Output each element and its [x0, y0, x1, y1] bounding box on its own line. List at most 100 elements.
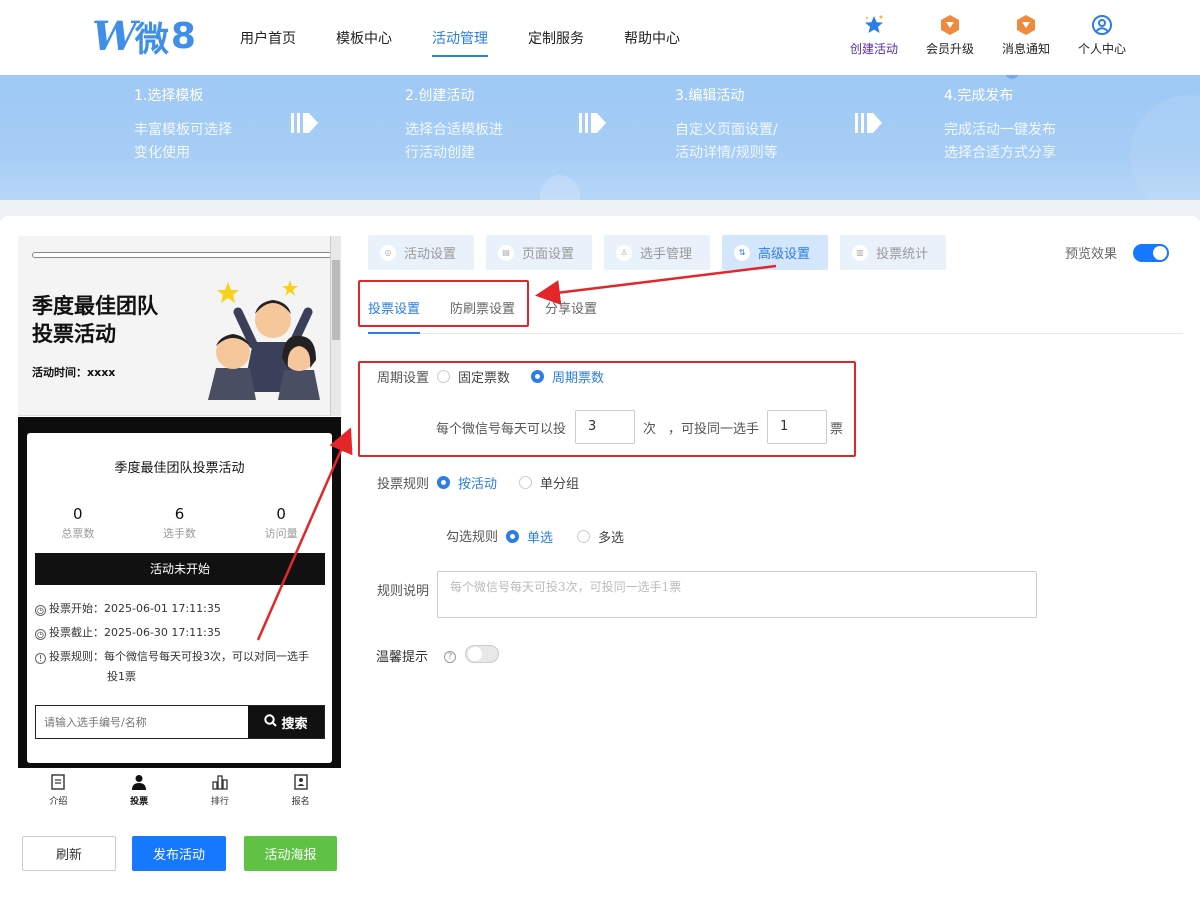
tab-label: 选手管理 — [640, 247, 693, 262]
publish-activity-button[interactable]: 发布活动 — [132, 836, 226, 871]
stat-label: 选手数 — [162, 527, 196, 540]
page-icon: ▤ — [498, 244, 515, 261]
vote-rule-text: 投票规则：每个微信号每天可投3次，可以对同一选手 — [49, 650, 309, 663]
annotation-box-period — [358, 361, 856, 457]
activity-panel: 季度最佳团队投票活动 0 总票数 6 选手数 0 访问量 活动未开始 ◷ 投票开始… — [27, 433, 332, 763]
check-single-radio[interactable]: 单选 — [506, 527, 553, 546]
step-desc: 丰富模板可选择 — [134, 122, 232, 138]
tab-label: 介绍 — [49, 797, 68, 807]
radio-label: 多选 — [598, 531, 625, 546]
tab-signup[interactable]: 报名 — [271, 768, 331, 816]
info-icon: ! — [35, 653, 46, 664]
clock-icon: ◷ — [35, 629, 46, 640]
refresh-button[interactable]: 刷新 — [22, 836, 116, 871]
step-title: 2.创建活动 — [405, 88, 475, 104]
tab-label: 高级设置 — [758, 247, 811, 262]
stat-value: 0 — [276, 505, 286, 523]
logo-w: W — [92, 12, 137, 60]
phone-preview: 季度最佳团队 投票活动 活动时间：xxxx 季度最佳团队投票活动 0 总票数 6… — [18, 236, 341, 816]
notification-button[interactable]: 消息通知 — [988, 14, 1064, 57]
step-desc: 选择合适方式分享 — [944, 145, 1056, 161]
rule-label: 投票规则 — [377, 477, 430, 492]
desc-label: 规则说明 — [377, 584, 430, 599]
create-activity-button[interactable]: 创建活动 — [836, 14, 912, 57]
player-search-input[interactable] — [36, 706, 248, 738]
step-desc: 选择合适模板进 — [405, 122, 503, 138]
main-tabs: ◎ 活动设置 ▤ 页面设置 ♙ 选手管理 ⇅ 高级设置 ▥ 投票统计 — [368, 235, 947, 270]
vip-badge-icon — [939, 14, 961, 36]
tab-vote-stats[interactable]: ▥ 投票统计 — [840, 235, 947, 270]
scrollbar-thumb[interactable] — [332, 260, 340, 340]
stats-row: 0 总票数 6 选手数 0 访问量 — [27, 505, 332, 541]
personal-center-button[interactable]: 个人中心 — [1064, 14, 1140, 57]
tab-intro[interactable]: 介绍 — [28, 768, 88, 816]
person-icon: ♙ — [616, 244, 633, 261]
stat-value: 6 — [174, 505, 185, 523]
check-multi-radio[interactable]: 多选 — [577, 527, 624, 546]
activity-status-bar: 活动未开始 — [35, 553, 325, 585]
menu-custom-service[interactable]: 定制服务 — [508, 0, 604, 75]
vote-end-info: ◷ 投票截止：2025-06-30 17:11:35 — [35, 623, 325, 643]
cover-title-line: 季度最佳团队 — [32, 294, 158, 318]
activity-poster-button[interactable]: 活动海报 — [244, 836, 337, 871]
team-cheering-illustration — [198, 272, 328, 402]
logo-wei: 微 — [134, 19, 169, 60]
personal-center-label: 个人中心 — [1077, 42, 1126, 56]
preview-toggle[interactable] — [1133, 243, 1170, 262]
signup-icon — [293, 774, 308, 794]
user-icon — [1091, 14, 1113, 36]
vip-upgrade-button[interactable]: 会员升级 — [912, 14, 988, 57]
steps-banner: 1.选择模板 丰富模板可选择 变化使用 2.创建活动 选择合适模板进 行活动创建… — [0, 75, 1200, 205]
radio-dot — [577, 530, 590, 543]
cover-title: 季度最佳团队 投票活动 — [32, 292, 202, 348]
preview-scrollbar[interactable] — [330, 236, 341, 416]
person-icon — [131, 774, 147, 794]
radio-dot — [437, 476, 450, 489]
menu-help-center[interactable]: 帮助中心 — [604, 0, 700, 75]
stat-value: 0 — [73, 505, 83, 523]
radio-label: 单分组 — [540, 477, 580, 492]
menu-activity-manage[interactable]: 活动管理 — [412, 0, 508, 75]
rule-description-textarea[interactable]: 每个微信号每天可投3次，可投同一选手1票 — [437, 571, 1037, 618]
logo[interactable]: W 微 8 — [92, 12, 196, 60]
tab-player-manage[interactable]: ♙ 选手管理 — [604, 235, 711, 270]
tip-toggle[interactable] — [465, 645, 499, 663]
radio-label: 单选 — [527, 531, 554, 546]
cover-title-line: 投票活动 — [32, 322, 116, 346]
tab-activity-settings[interactable]: ◎ 活动设置 — [368, 235, 475, 270]
tab-page-settings[interactable]: ▤ 页面设置 — [486, 235, 593, 270]
tab-vote[interactable]: 投票 — [109, 768, 169, 816]
tab-label: 页面设置 — [522, 247, 575, 262]
document-icon — [51, 774, 66, 794]
menu-template-center[interactable]: 模板中心 — [316, 0, 412, 75]
notification-label: 消息通知 — [1001, 42, 1050, 56]
ranking-icon — [212, 774, 228, 794]
step-2: 2.创建活动 选择合适模板进 行活动创建 — [405, 85, 503, 165]
stats-icon: ▥ — [852, 244, 869, 261]
stat-label: 访问量 — [264, 527, 298, 540]
stat-players: 6 选手数 — [134, 505, 224, 541]
help-icon-glyph: ? — [444, 651, 456, 663]
cover-decor-bar — [32, 252, 332, 258]
menu-user-home[interactable]: 用户首页 — [220, 0, 316, 75]
top-nav: W 微 8 用户首页 模板中心 活动管理 定制服务 帮助中心 创建活动 会员升级… — [0, 0, 1200, 75]
help-icon[interactable]: ? — [444, 648, 456, 663]
step-desc: 活动详情/规则等 — [675, 145, 778, 161]
rule-by-group-radio[interactable]: 单分组 — [519, 473, 579, 492]
main-menu: 用户首页 模板中心 活动管理 定制服务 帮助中心 — [220, 0, 700, 75]
stat-label: 总票数 — [61, 527, 95, 540]
annotation-box-subtabs — [358, 280, 529, 327]
nav-tools: 创建活动 会员升级 消息通知 个人中心 — [836, 14, 1140, 57]
preview-toggle-row: 预览效果 — [1065, 243, 1170, 262]
rule-by-activity-radio[interactable]: 按活动 — [437, 473, 497, 492]
search-button[interactable]: 搜索 — [248, 706, 324, 738]
step-arrow-icon — [579, 111, 607, 141]
tip-label: 温馨提示 — [376, 650, 429, 665]
vote-rule-info: ! 投票规则：每个微信号每天可投3次，可以对同一选手 投1票 — [35, 647, 325, 687]
subtab-share-settings[interactable]: 分享设置 — [545, 298, 597, 317]
tab-label: 投票 — [130, 797, 149, 807]
check-rule-label: 勾选规则 — [446, 530, 499, 545]
tab-advanced-settings[interactable]: ⇅ 高级设置 — [722, 235, 829, 270]
tab-ranking[interactable]: 排行 — [190, 768, 250, 816]
stat-total-votes: 0 总票数 — [33, 505, 123, 541]
